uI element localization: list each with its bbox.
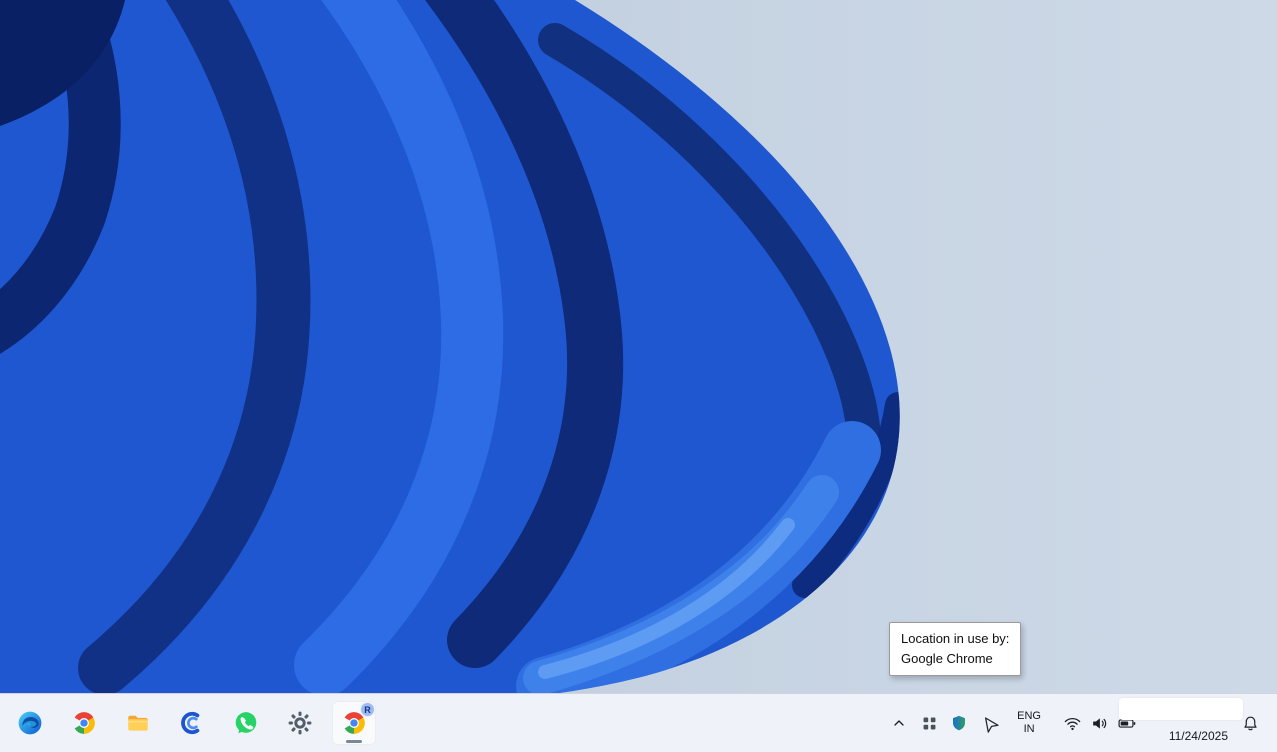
- taskbar-app-chrome[interactable]: [62, 701, 106, 745]
- taskbar-app-file-explorer[interactable]: [116, 701, 160, 745]
- taskbar-app-settings[interactable]: [278, 701, 322, 745]
- edge-icon: [18, 711, 42, 735]
- blue-c-app-icon: [181, 711, 200, 735]
- volume-icon: [1093, 717, 1107, 729]
- taskbar-date: 11/24/2025: [1168, 729, 1228, 743]
- security-shield-icon: [953, 715, 966, 731]
- tray-windows-security[interactable]: [945, 703, 973, 743]
- tray-show-hidden-icons[interactable]: [885, 703, 913, 743]
- language-line2: IN: [1023, 723, 1035, 735]
- whatsapp-icon: [235, 712, 257, 734]
- wifi-icon: [1064, 717, 1081, 730]
- language-indicator[interactable]: ENG IN: [1008, 703, 1050, 743]
- taskbar-app-whatsapp[interactable]: [224, 701, 268, 745]
- taskbar-app-list: R: [0, 701, 376, 745]
- active-app-indicator: [346, 740, 362, 743]
- clock-highlight-box: [1119, 698, 1243, 720]
- settings-gear-icon: [288, 711, 312, 735]
- chevron-up-icon: [894, 720, 904, 726]
- tray-location-in-use[interactable]: [975, 703, 1004, 743]
- taskbar: R ENG IN 11/24/2025: [0, 693, 1277, 752]
- taskbar-app-chrome-active[interactable]: R: [332, 701, 376, 745]
- desktop: Location in use by: Google Chrome R ENG …: [0, 0, 1277, 752]
- language-line1: ENG: [1017, 710, 1041, 722]
- taskbar-app-blue-c[interactable]: [170, 701, 214, 745]
- grid-icon: [923, 717, 936, 729]
- location-tooltip: Location in use by: Google Chrome: [889, 622, 1022, 676]
- system-tray: ENG IN 11/24/2025: [885, 694, 1277, 752]
- tray-app-grid[interactable]: [915, 703, 943, 743]
- wallpaper-bloom: [0, 0, 1277, 752]
- file-explorer-icon: [128, 715, 148, 731]
- bell-icon: [1244, 716, 1257, 730]
- chrome-icon: [74, 712, 95, 734]
- location-tooltip-line1: Location in use by:: [901, 631, 1010, 646]
- location-tooltip-line2: Google Chrome: [901, 651, 993, 666]
- taskbar-app-edge[interactable]: [8, 701, 52, 745]
- location-arrow-icon: [985, 716, 999, 733]
- chrome-profile-badge: R: [361, 703, 374, 716]
